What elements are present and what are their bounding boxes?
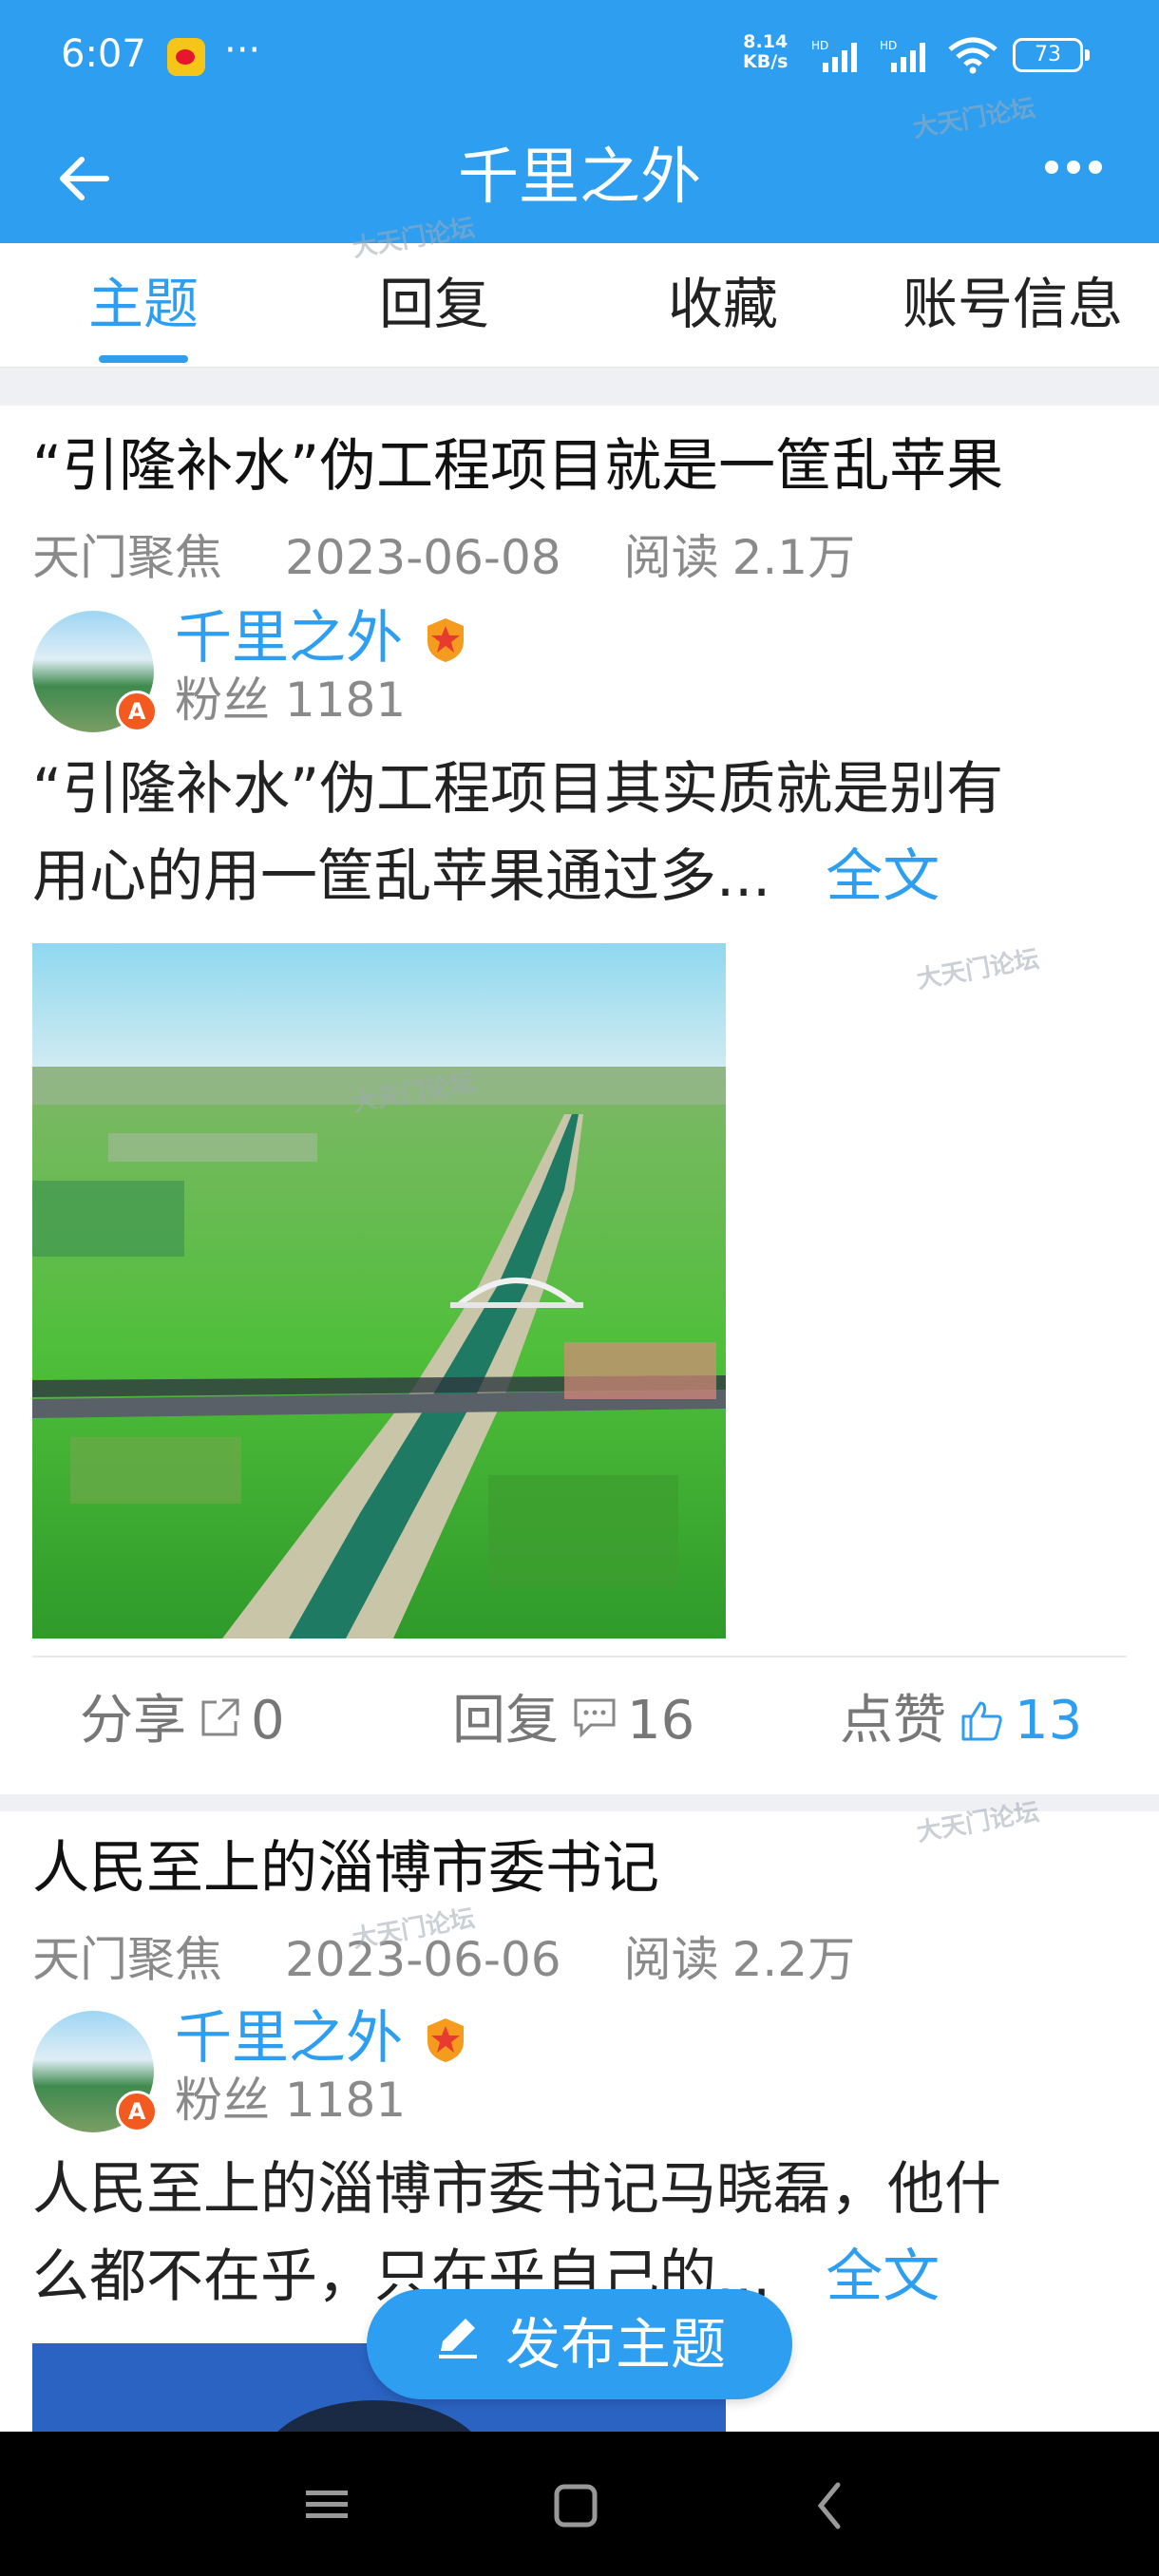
more-dots-icon — [1045, 161, 1058, 174]
card-divider — [32, 1656, 1127, 1657]
reply-count: 16 — [627, 1690, 695, 1752]
share-button[interactable]: 分享 0 — [80, 1688, 285, 1754]
fans-label: 粉丝 — [175, 672, 270, 728]
avatar-badge: A — [116, 2091, 158, 2132]
fans-label: 粉丝 — [175, 2073, 270, 2128]
full-text-link[interactable]: 全文 — [826, 2244, 940, 2310]
menu-icon — [306, 2491, 348, 2518]
tab-topics[interactable]: 主题 — [86, 266, 201, 342]
post-meta: 天门聚焦 2023-06-06 阅读 2.2万 — [32, 1929, 918, 1990]
network-speed-value: 8.14 — [743, 31, 788, 52]
section-gap — [0, 368, 1159, 406]
tab-account-info[interactable]: 账号信息 — [897, 266, 1129, 342]
system-nav-bar — [0, 2432, 1159, 2576]
signal-hd-label: HD — [811, 39, 828, 52]
comment-icon — [572, 1688, 618, 1754]
read-label: 阅读 — [623, 1932, 719, 1987]
post-board[interactable]: 天门聚焦 — [32, 530, 222, 585]
tab-replies[interactable]: 回复 — [376, 266, 492, 342]
fans-count: 粉丝 1181 — [175, 2072, 406, 2129]
read-count: 2.1万 — [732, 530, 856, 585]
medal-icon — [428, 2018, 464, 2062]
post-excerpt[interactable]: “引隆补水”伪工程项目其实质就是别有 用心的用一筐乱苹果通过多... 全文 — [32, 746, 1134, 920]
like-button[interactable]: 点赞 13 — [840, 1688, 1082, 1759]
fans-count: 粉丝 1181 — [175, 672, 406, 729]
signal-icon: HD — [809, 38, 866, 78]
menu-button[interactable] — [304, 2475, 350, 2536]
excerpt-line-1: “引隆补水”伪工程项目其实质就是别有 — [32, 756, 1004, 823]
author-name[interactable]: 千里之外 — [175, 605, 403, 672]
pencil-icon — [433, 2288, 483, 2398]
signal-hd-label-2: HD — [880, 39, 897, 52]
post-title[interactable]: “引隆补水”伪工程项目就是一筐乱苹果 — [32, 428, 1003, 504]
read-count: 2.2万 — [732, 1932, 856, 1987]
battery-indicator: 73 — [1013, 38, 1090, 72]
medal-icon — [428, 618, 464, 662]
post-topic-button[interactable]: 发布主题 — [367, 2289, 792, 2399]
signal-icon-2: HD — [878, 38, 935, 78]
reply-button[interactable]: 回复 16 — [452, 1688, 694, 1754]
post-image[interactable] — [32, 943, 726, 1638]
full-text-link[interactable]: 全文 — [826, 843, 940, 910]
share-label: 分享 — [80, 1690, 186, 1752]
like-label: 点赞 — [840, 1690, 946, 1752]
status-more-indicator: ··· — [224, 28, 261, 72]
post-title[interactable]: 人民至上的淄博市委书记 — [32, 1830, 659, 1906]
more-options-button[interactable] — [1045, 160, 1121, 198]
back-chevron-icon — [817, 2482, 841, 2529]
post-topic-label: 发布主题 — [504, 2312, 726, 2377]
network-speed: 8.14 KB/s — [743, 32, 788, 72]
post-board[interactable]: 天门聚焦 — [32, 1932, 222, 1987]
reply-label: 回复 — [452, 1690, 559, 1752]
excerpt-line-2-text: 用心的用一筐乱苹果通过多... — [32, 843, 771, 910]
share-icon — [200, 1688, 241, 1754]
avatar-badge: A — [116, 691, 158, 732]
share-count: 0 — [251, 1690, 285, 1752]
post-meta: 天门聚焦 2023-06-08 阅读 2.1万 — [32, 527, 918, 588]
author-name[interactable]: 千里之外 — [175, 2005, 403, 2072]
fans-number: 1181 — [284, 2073, 407, 2128]
like-count: 13 — [1015, 1690, 1083, 1752]
status-time: 6:07 — [61, 32, 146, 76]
excerpt-line-1: 人民至上的淄博市委书记马晓磊，他什 — [32, 2156, 1001, 2223]
home-button[interactable] — [553, 2475, 598, 2536]
wifi-icon — [946, 36, 999, 78]
title-bar: 千里之外 — [0, 114, 1159, 243]
fans-number: 1181 — [284, 672, 407, 728]
page-title: 千里之外 — [458, 142, 701, 213]
back-nav-button[interactable] — [808, 2475, 853, 2536]
read-label: 阅读 — [623, 530, 719, 585]
tab-bar: 主题 回复 收藏 账号信息 — [0, 243, 1159, 368]
active-tab-indicator — [99, 355, 188, 363]
post-card[interactable]: “引隆补水”伪工程项目就是一筐乱苹果 天门聚焦 2023-06-08 阅读 2.1万 … — [0, 406, 1159, 1794]
tab-favorites[interactable]: 收藏 — [665, 266, 781, 342]
home-square-icon — [554, 2484, 598, 2528]
weibo-icon — [167, 38, 205, 76]
excerpt-line-2: 用心的用一筐乱苹果通过多... 全文 — [32, 833, 1134, 920]
network-speed-unit: KB/s — [743, 51, 788, 72]
post-date: 2023-06-08 — [285, 530, 561, 585]
thumbs-up-icon — [960, 1688, 1005, 1759]
